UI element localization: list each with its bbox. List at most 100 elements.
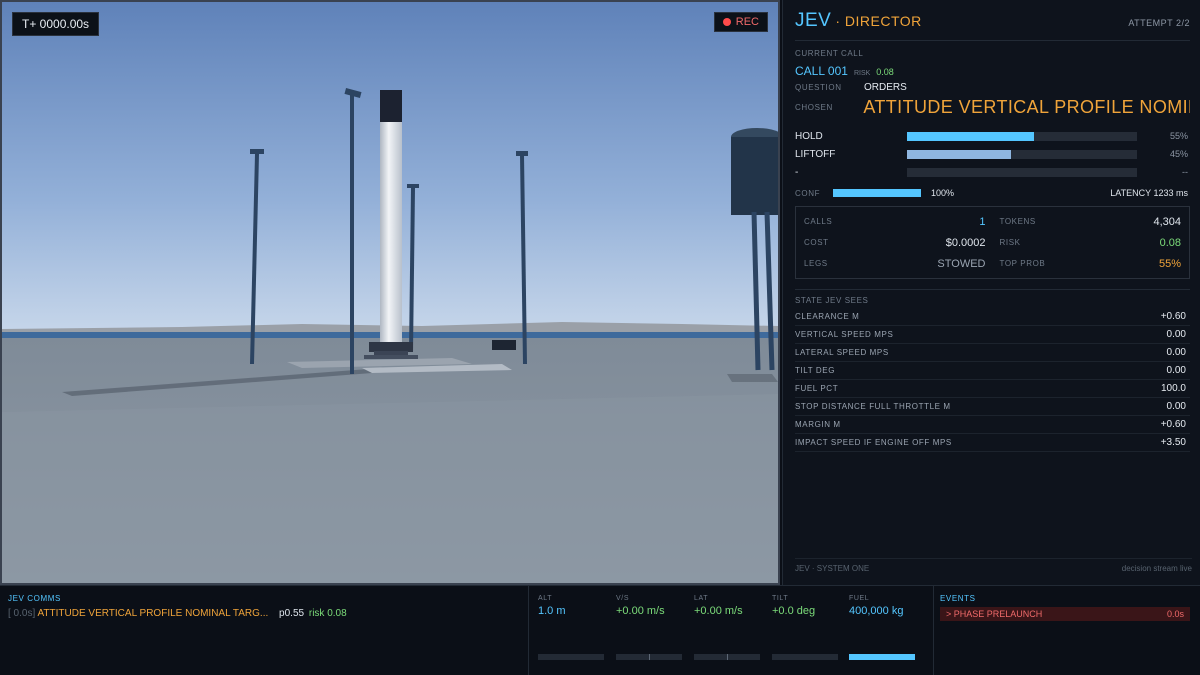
director-panel: JEV · DIRECTOR ATTEMPT 2/2 CURRENT CALL C… (782, 0, 1200, 585)
state-label: MARGIN M (795, 420, 841, 429)
option-label: - (795, 166, 799, 178)
state-label: FUEL PCT (795, 384, 839, 393)
comms-title: JEV COMMS (8, 594, 61, 603)
calls-label: CALLS (804, 217, 833, 226)
telemetry-value: +0.0 deg (772, 605, 816, 617)
event-item[interactable]: > PHASE PRELAUNCH 0.0s (940, 607, 1190, 621)
option-prob: -- (1182, 167, 1188, 177)
telemetry-alt: ALT 1.0 m (538, 595, 608, 617)
state-row: CLEARANCE M +0.60 (795, 308, 1190, 326)
tokens-value: 4,304 (1153, 215, 1181, 228)
state-value: 0.00 (1166, 365, 1186, 376)
risk-label: RISK (999, 238, 1021, 247)
telemetry-fuel: FUEL 400,000 kg (849, 595, 919, 617)
option-prob: 45% (1169, 149, 1188, 159)
state-section: STATE JEV SEES CLEARANCE M +0.60 VERTICAL… (795, 289, 1190, 452)
state-value: 0.00 (1166, 401, 1186, 412)
mission-timer: T+ 0000.00s (12, 12, 100, 36)
risk-value: 0.08 (1159, 236, 1181, 249)
option-list: HOLD 55% LIFTOFF 45% - -- (795, 130, 1190, 178)
telemetry-label: FUEL (849, 595, 870, 602)
telemetry-label: TILT (772, 595, 789, 602)
telemetry-strip: ALT 1.0 m V/S +0.00 m/s LAT +0.00 m/s TI… (528, 586, 934, 675)
fuel-gauge (849, 654, 915, 660)
telemetry-tilt: TILT +0.0 deg (772, 595, 842, 617)
chosen-value: ATTITUDE VERTICAL PROFILE NOMINAL (863, 97, 1190, 117)
state-label: TILT DEG (795, 366, 836, 375)
option-prob-bar (907, 149, 1137, 159)
panel-header: JEV · DIRECTOR ATTEMPT 2/2 (795, 10, 1190, 41)
state-row: FUEL PCT 100.0 (795, 380, 1190, 398)
pad-building (492, 340, 516, 350)
record-indicator[interactable]: REC (713, 12, 768, 32)
launch-scene (2, 2, 778, 583)
camera-viewport[interactable]: T+ 0000.00s REC (0, 0, 780, 585)
state-label: IMPACT SPEED IF ENGINE OFF MPS (795, 438, 952, 447)
cost-label: COST (804, 238, 829, 247)
state-label: STOP DISTANCE FULL THROTTLE M (795, 402, 951, 411)
attempt-counter: ATTEMPT 2/2 (1128, 18, 1190, 28)
conf-label: CONF (795, 188, 821, 198)
lat-gauge (694, 654, 760, 660)
option-prob: 55% (1169, 131, 1188, 141)
current-call-label: CURRENT CALL (795, 49, 864, 58)
vs-gauge (616, 654, 682, 660)
state-value: 0.00 (1166, 329, 1186, 340)
state-value: +3.50 (1160, 437, 1186, 448)
record-dot-icon (722, 18, 731, 26)
gauge-center-tick (727, 654, 728, 660)
question-label: QUESTION (795, 83, 842, 92)
confidence-row: CONF 100% LATENCY 1233 ms (795, 188, 1190, 198)
bottom-bar: JEV COMMS [ 0.0s] ATTITUDE VERTICAL PROF… (0, 585, 1200, 675)
option-row: HOLD 55% (795, 130, 1190, 142)
legs-value: STOWED (937, 257, 986, 270)
event-label: > PHASE PRELAUNCH (946, 609, 1043, 619)
state-value: 100.0 (1160, 383, 1186, 394)
chosen-label: CHOSEN (795, 103, 833, 112)
question-value: ORDERS (864, 82, 907, 93)
state-row: MARGIN M +0.60 (795, 416, 1190, 434)
alt-gauge (538, 654, 604, 660)
option-label: HOLD (795, 130, 823, 142)
comms-log: JEV COMMS [ 0.0s] ATTITUDE VERTICAL PROF… (8, 594, 523, 619)
option-row: LIFTOFF 45% (795, 148, 1190, 160)
state-label: LATERAL SPEED MPS (795, 348, 889, 357)
conf-value: 100% (931, 188, 955, 198)
telemetry-value: +0.00 m/s (694, 605, 743, 617)
cost-value: $0.0002 (945, 236, 986, 249)
comms-time: [ 0.0s] (8, 608, 36, 619)
option-prob-bar (907, 131, 1137, 141)
record-label: REC (735, 16, 759, 28)
option-prob-fill (907, 131, 1034, 141)
comms-risk: risk 0.08 (308, 608, 347, 619)
comms-message: ATTITUDE VERTICAL PROFILE NOMINAL TARG..… (37, 608, 269, 619)
top-prob-value: 55% (1158, 257, 1181, 270)
option-prob-bar (907, 167, 1137, 177)
events-log: EVENTS > PHASE PRELAUNCH 0.0s (940, 594, 1190, 621)
call-risk-value: 0.08 (876, 67, 894, 77)
conf-bar (833, 189, 921, 197)
telemetry-label: ALT (538, 595, 553, 602)
state-row: STOP DISTANCE FULL THROTTLE M 0.00 (795, 398, 1190, 416)
state-row: LATERAL SPEED MPS 0.00 (795, 344, 1190, 362)
telemetry-lat: LAT +0.00 m/s (694, 595, 764, 617)
telemetry-value: +0.00 m/s (616, 605, 665, 617)
event-time: 0.0s (1166, 609, 1184, 619)
option-row: - -- (795, 166, 1190, 178)
telemetry-value: 400,000 kg (849, 605, 904, 617)
calls-value: 1 (979, 215, 986, 228)
state-title: STATE JEV SEES (795, 296, 869, 305)
comms-prob: p0.55 (279, 608, 305, 619)
state-label: VERTICAL SPEED MPS (795, 330, 894, 339)
panel-footer: JEV · SYSTEM ONE decision stream live (795, 558, 1192, 573)
state-label: CLEARANCE M (795, 312, 860, 321)
state-row: IMPACT SPEED IF ENGINE OFF MPS +3.50 (795, 434, 1190, 452)
stream-status: decision stream live (1121, 564, 1192, 573)
option-prob-fill (907, 149, 1011, 159)
call-risk-label: RISK (853, 70, 871, 77)
telemetry-vs: V/S +0.00 m/s (616, 595, 686, 617)
events-title: EVENTS (940, 594, 976, 603)
tokens-label: TOKENS (999, 217, 1036, 226)
top-prob-label: TOP PROB (999, 259, 1046, 268)
tilt-gauge (772, 654, 838, 660)
